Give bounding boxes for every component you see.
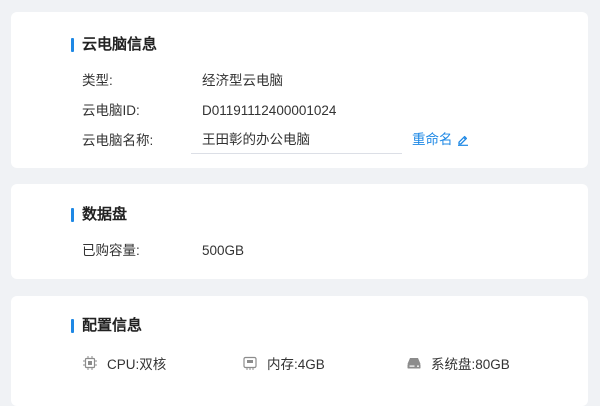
data-disk-card: 数据盘 已购容量: 500GB	[11, 184, 588, 279]
id-label: 云电脑ID:	[82, 103, 140, 118]
memory-spec-text: 内存:4GB	[267, 357, 325, 372]
cloud-pc-info-card: 云电脑信息 类型: 经济型云电脑 云电脑ID: D011911124000010…	[11, 12, 588, 168]
cloud-pc-info-title: 云电脑信息	[71, 36, 157, 54]
pc-name-field[interactable]: 王田彰的办公电脑	[191, 126, 402, 154]
rename-label: 重命名	[412, 132, 453, 147]
cpu-spec-text: CPU:双核	[107, 357, 167, 372]
system-disk-spec: 系统盘:80GB	[405, 353, 510, 373]
cpu-chip-icon	[81, 354, 99, 372]
memory-spec: 内存:4GB	[241, 353, 325, 373]
id-value: D01191112400001024	[202, 103, 337, 118]
pencil-icon	[457, 135, 468, 146]
type-value: 经济型云电脑	[202, 73, 283, 88]
name-label: 云电脑名称:	[82, 133, 154, 148]
data-disk-title: 数据盘	[71, 206, 127, 224]
hard-disk-icon	[405, 354, 423, 372]
pc-name-value: 王田彰的办公电脑	[202, 132, 310, 147]
rename-button[interactable]: 重命名	[412, 131, 469, 149]
memory-icon	[241, 354, 259, 372]
cpu-spec: CPU:双核	[81, 353, 166, 373]
system-disk-spec-text: 系统盘:80GB	[431, 357, 510, 372]
config-info-card: 配置信息 CPU:双核 内存:4GB 系统盘:80GB	[11, 296, 588, 406]
purchased-capacity-value: 500GB	[202, 243, 245, 258]
config-info-title: 配置信息	[71, 317, 142, 335]
purchased-capacity-label: 已购容量:	[82, 243, 140, 258]
type-label: 类型:	[82, 73, 113, 88]
